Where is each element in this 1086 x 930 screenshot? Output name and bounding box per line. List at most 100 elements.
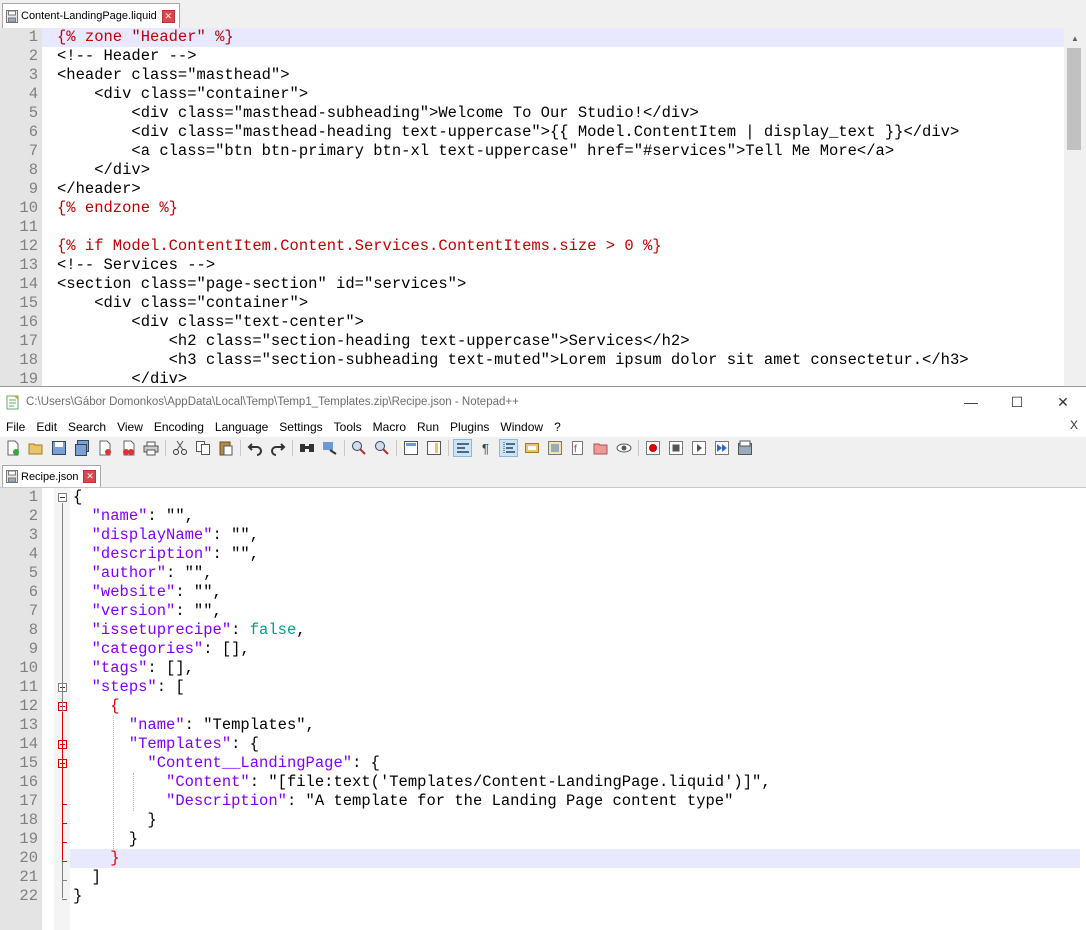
json-code-editor[interactable]: 1 2 3 4 5 6 7 8 9 10 11 12 13 14 15 16 17 18 19 20 21 22 { "n… — [0, 488, 1086, 930]
line-number: 9 — [28, 180, 38, 198]
json-text — [73, 526, 92, 544]
user-defined-language-icon[interactable] — [522, 439, 541, 457]
json-text — [73, 583, 92, 601]
zoom-out-icon[interactable] — [372, 439, 391, 457]
line-number: 19 — [19, 830, 38, 848]
cut-icon[interactable] — [170, 439, 189, 457]
menu-settings[interactable]: Settings — [273, 420, 327, 434]
menu-edit[interactable]: Edit — [30, 420, 62, 434]
stop-recording-icon[interactable] — [666, 439, 685, 457]
close-button[interactable]: ✕ — [1040, 387, 1086, 417]
menu-file[interactable]: File — [0, 420, 30, 434]
line-number: 1 — [28, 28, 38, 46]
code-line: <div class="masthead-subheading">Welcome… — [57, 104, 699, 122]
find-icon[interactable] — [297, 439, 316, 457]
code-line: "issetuprecipe": false, — [73, 621, 1086, 640]
menu-plugins[interactable]: Plugins — [444, 420, 494, 434]
word-wrap-icon[interactable] — [453, 439, 472, 457]
top-code-editor[interactable]: 1 2 3 4 5 6 7 8 9 10 11 12 13 14 15 16 17 18 19 {% zone "H… — [0, 28, 1064, 386]
close-tab-icon[interactable]: ✕ — [161, 9, 175, 23]
json-text — [73, 640, 92, 658]
menu-window[interactable]: Window — [494, 420, 548, 434]
replace-icon[interactable] — [320, 439, 339, 457]
code-line: { — [73, 697, 1086, 716]
show-all-characters-icon[interactable]: ¶ — [476, 439, 495, 457]
json-text: : "", — [212, 526, 260, 544]
undo-icon[interactable] — [245, 439, 264, 457]
tab-recipe-json[interactable]: Recipe.json ✕ — [2, 465, 102, 487]
toolbar-separator — [396, 440, 397, 456]
line-number: 3 — [28, 526, 38, 544]
fold-toggle-icon[interactable] — [58, 493, 67, 502]
sync-horizontal-icon[interactable] — [424, 439, 443, 457]
tab-content-landingpage[interactable]: Content-LandingPage.liquid ✕ — [2, 3, 180, 28]
save-all-icon[interactable] — [72, 439, 91, 457]
json-text: : [], — [203, 640, 250, 658]
menu-view[interactable]: View — [111, 420, 148, 434]
json-text — [73, 716, 129, 734]
close-file-icon[interactable] — [95, 439, 114, 457]
fold-end-tick — [62, 804, 67, 805]
minimize-button[interactable]: — — [948, 387, 994, 417]
paste-icon[interactable] — [216, 439, 235, 457]
maximize-button[interactable]: ☐ — [994, 387, 1040, 417]
menu-language[interactable]: Language — [209, 420, 273, 434]
top-vertical-scrollbar[interactable]: ▲ — [1064, 28, 1086, 386]
menu-macro[interactable]: Macro — [367, 420, 411, 434]
code-line: "description": "", — [73, 545, 1086, 564]
redo-icon[interactable] — [268, 439, 287, 457]
json-text: : { — [352, 754, 380, 772]
toolbar-separator — [240, 440, 241, 456]
code-line: "Content": "[file:text('Templates/Conten… — [73, 773, 1086, 792]
code-line: <div class="container"> — [57, 85, 309, 103]
function-list-icon[interactable]: f — [568, 439, 587, 457]
json-text: : { — [231, 735, 260, 753]
code-line: "website": "", — [73, 583, 1086, 602]
document-map-icon[interactable] — [545, 439, 564, 457]
run-macro-multiple-icon[interactable] — [712, 439, 731, 457]
menu-encoding[interactable]: Encoding — [148, 420, 209, 434]
line-number: 10 — [19, 199, 38, 217]
title-bar[interactable]: C:\Users\Gábor Domonkos\AppData\Local\Te… — [0, 387, 1086, 417]
folder-as-workspace-icon[interactable] — [591, 439, 610, 457]
code-line: "name": "", — [73, 507, 1086, 526]
code-line: <a class="btn btn-primary btn-xl text-up… — [57, 142, 895, 160]
open-file-icon[interactable] — [26, 439, 45, 457]
json-text: } — [73, 830, 139, 848]
new-file-icon[interactable] — [3, 439, 22, 457]
menu-search[interactable]: Search — [62, 420, 111, 434]
indent-guide — [113, 716, 114, 849]
json-text: : "Templates", — [184, 716, 315, 734]
line-number: 20 — [19, 849, 38, 867]
menu-help[interactable]: ? — [548, 420, 566, 434]
code-line: </div> — [57, 370, 188, 386]
close-all-icon[interactable] — [118, 439, 137, 457]
record-macro-icon[interactable] — [643, 439, 662, 457]
playback-icon[interactable] — [689, 439, 708, 457]
json-text: { — [73, 488, 83, 506]
json-text: : "", — [175, 602, 222, 620]
sync-vertical-icon[interactable] — [401, 439, 420, 457]
zoom-in-icon[interactable] — [349, 439, 368, 457]
line-number-gutter: 1 2 3 4 5 6 7 8 9 10 11 12 13 14 15 16 17 18 19 20 21 22 — [0, 488, 42, 930]
save-macro-icon[interactable] — [735, 439, 754, 457]
scrollbar-thumb[interactable] — [1067, 48, 1081, 150]
line-number: 13 — [19, 716, 38, 734]
menu-run[interactable]: Run — [411, 420, 444, 434]
scroll-up-arrow-icon[interactable]: ▲ — [1064, 30, 1086, 47]
code-line: "version": "", — [73, 602, 1086, 621]
json-text: ] — [73, 868, 101, 886]
fold-end-tick — [62, 880, 67, 881]
copy-icon[interactable] — [193, 439, 212, 457]
json-text: : "", — [166, 564, 213, 582]
code-line: <header class="masthead"> — [57, 66, 290, 84]
monitoring-icon[interactable] — [614, 439, 633, 457]
menu-tools[interactable]: Tools — [328, 420, 367, 434]
close-tab-icon[interactable]: ✕ — [83, 470, 97, 483]
close-document-x[interactable]: X — [1070, 418, 1078, 432]
json-text: : "", — [147, 507, 194, 525]
print-icon[interactable] — [141, 439, 160, 457]
line-number: 4 — [28, 85, 38, 103]
indent-guide-icon[interactable] — [499, 439, 518, 457]
save-icon[interactable] — [49, 439, 68, 457]
